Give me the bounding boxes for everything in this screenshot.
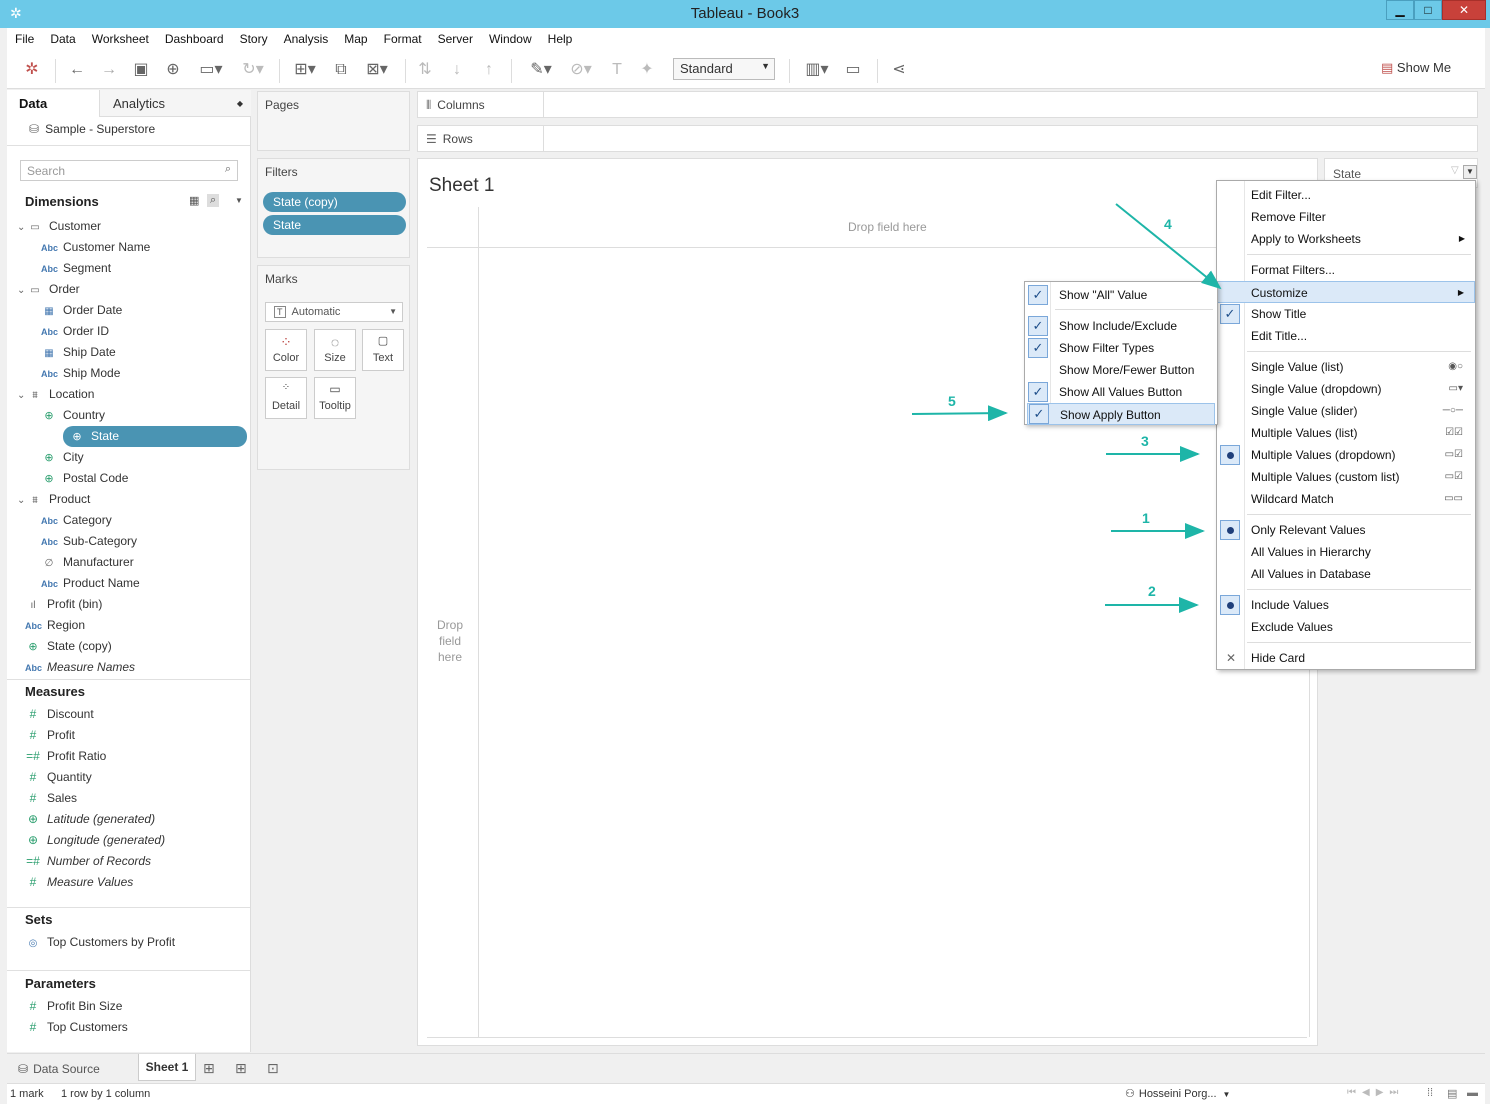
- user-name: Hosseini Porg...: [1138, 1088, 1217, 1100]
- sheet-sorter-icon[interactable]: ⁞⁞: [1427, 1087, 1433, 1099]
- status-bar: 1 mark 1 row by 1 column ⚇ Hosseini Porg.…: [7, 1083, 1485, 1104]
- tab-data-source[interactable]: ⛁ Data Source: [10, 1057, 138, 1081]
- annotation-label-5: 5: [948, 393, 956, 409]
- annotation-label-4: 4: [1164, 216, 1172, 232]
- annotation-label-3: 3: [1141, 433, 1149, 449]
- arrow-5: [911, 405, 1008, 422]
- user-icon: ⚇: [1125, 1088, 1135, 1100]
- tab-data-source-label: Data Source: [33, 1062, 100, 1076]
- annotation-label-2: 2: [1148, 583, 1156, 599]
- datasource-icon: ⛁: [18, 1062, 29, 1076]
- new-story-icon[interactable]: ⊡: [267, 1060, 279, 1077]
- annotation-label-1: 1: [1142, 510, 1150, 526]
- new-worksheet-icon[interactable]: ⊞: [203, 1060, 215, 1077]
- sheet-tab-bar: ⛁ Data Source Sheet 1 ⊞ ⊞ ⊡: [7, 1053, 1485, 1083]
- chevron-down-icon: ▼: [1222, 1090, 1231, 1099]
- new-dashboard-icon[interactable]: ⊞: [235, 1060, 247, 1077]
- status-rows: 1 row by 1 column: [61, 1088, 151, 1100]
- filmstrip-icon[interactable]: ▤: [1447, 1087, 1457, 1100]
- tabs-icon[interactable]: ▬: [1467, 1087, 1478, 1099]
- status-marks: 1 mark: [10, 1088, 44, 1100]
- tab-sheet-1[interactable]: Sheet 1: [138, 1054, 196, 1081]
- user-menu[interactable]: ⚇ Hosseini Porg... ▼: [1125, 1087, 1230, 1100]
- sheet-navigation-icon[interactable]: ⏮◀▶⏭: [1347, 1087, 1404, 1098]
- annotation-arrows: [911, 203, 1222, 613]
